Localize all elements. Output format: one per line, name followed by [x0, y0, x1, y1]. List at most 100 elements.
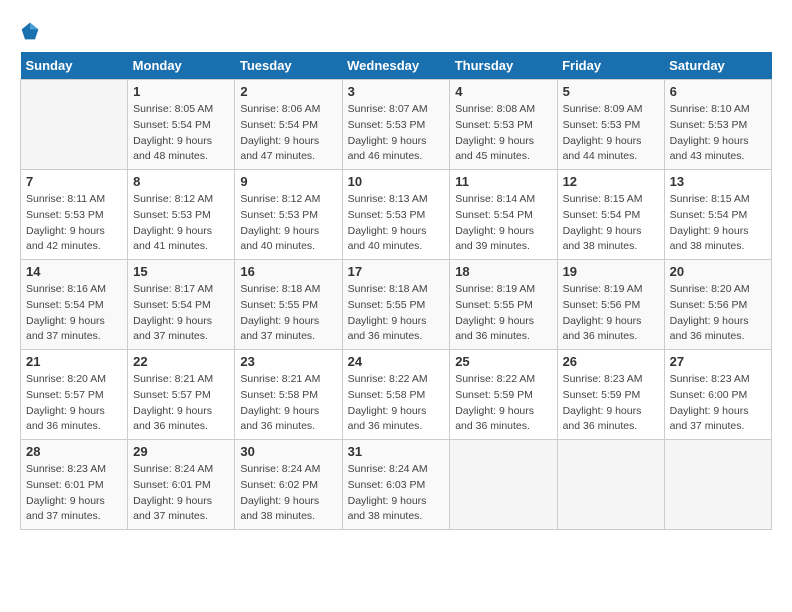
daylight: Daylight: 9 hours and 38 minutes.: [348, 495, 427, 523]
sunset: Sunset: 5:58 PM: [348, 389, 426, 401]
sunset: Sunset: 6:02 PM: [240, 479, 318, 491]
calendar-cell: 28 Sunrise: 8:23 AM Sunset: 6:01 PM Dayl…: [21, 440, 128, 530]
day-info: Sunrise: 8:09 AM Sunset: 5:53 PM Dayligh…: [563, 102, 659, 165]
daylight: Daylight: 9 hours and 42 minutes.: [26, 225, 105, 253]
calendar-cell: 13 Sunrise: 8:15 AM Sunset: 5:54 PM Dayl…: [664, 170, 771, 260]
sunrise: Sunrise: 8:09 AM: [563, 103, 643, 115]
calendar-cell: 19 Sunrise: 8:19 AM Sunset: 5:56 PM Dayl…: [557, 260, 664, 350]
calendar-cell: 29 Sunrise: 8:24 AM Sunset: 6:01 PM Dayl…: [128, 440, 235, 530]
day-number: 14: [26, 264, 122, 279]
sunset: Sunset: 5:53 PM: [670, 119, 748, 131]
logo: [20, 20, 44, 42]
calendar-cell: 17 Sunrise: 8:18 AM Sunset: 5:55 PM Dayl…: [342, 260, 450, 350]
sunset: Sunset: 6:00 PM: [670, 389, 748, 401]
day-info: Sunrise: 8:23 AM Sunset: 6:00 PM Dayligh…: [670, 372, 766, 435]
sunset: Sunset: 6:01 PM: [133, 479, 211, 491]
page-header: [20, 20, 772, 42]
day-number: 4: [455, 84, 551, 99]
daylight: Daylight: 9 hours and 41 minutes.: [133, 225, 212, 253]
day-number: 16: [240, 264, 336, 279]
day-info: Sunrise: 8:05 AM Sunset: 5:54 PM Dayligh…: [133, 102, 229, 165]
daylight: Daylight: 9 hours and 37 minutes.: [133, 315, 212, 343]
day-info: Sunrise: 8:23 AM Sunset: 6:01 PM Dayligh…: [26, 462, 122, 525]
day-number: 31: [348, 444, 445, 459]
daylight: Daylight: 9 hours and 36 minutes.: [455, 315, 534, 343]
sunrise: Sunrise: 8:21 AM: [240, 373, 320, 385]
day-number: 1: [133, 84, 229, 99]
sunrise: Sunrise: 8:24 AM: [240, 463, 320, 475]
sunrise: Sunrise: 8:23 AM: [26, 463, 106, 475]
day-info: Sunrise: 8:24 AM Sunset: 6:01 PM Dayligh…: [133, 462, 229, 525]
day-number: 17: [348, 264, 445, 279]
day-info: Sunrise: 8:07 AM Sunset: 5:53 PM Dayligh…: [348, 102, 445, 165]
calendar-cell: 25 Sunrise: 8:22 AM Sunset: 5:59 PM Dayl…: [450, 350, 557, 440]
daylight: Daylight: 9 hours and 36 minutes.: [670, 315, 749, 343]
day-number: 11: [455, 174, 551, 189]
calendar-cell: 7 Sunrise: 8:11 AM Sunset: 5:53 PM Dayli…: [21, 170, 128, 260]
day-info: Sunrise: 8:12 AM Sunset: 5:53 PM Dayligh…: [240, 192, 336, 255]
calendar-cell: 6 Sunrise: 8:10 AM Sunset: 5:53 PM Dayli…: [664, 80, 771, 170]
daylight: Daylight: 9 hours and 44 minutes.: [563, 135, 642, 163]
sunrise: Sunrise: 8:16 AM: [26, 283, 106, 295]
header-wednesday: Wednesday: [342, 52, 450, 80]
day-info: Sunrise: 8:19 AM Sunset: 5:55 PM Dayligh…: [455, 282, 551, 345]
sunset: Sunset: 5:54 PM: [563, 209, 641, 221]
day-info: Sunrise: 8:12 AM Sunset: 5:53 PM Dayligh…: [133, 192, 229, 255]
day-number: 23: [240, 354, 336, 369]
day-info: Sunrise: 8:22 AM Sunset: 5:58 PM Dayligh…: [348, 372, 445, 435]
calendar-cell: 30 Sunrise: 8:24 AM Sunset: 6:02 PM Dayl…: [235, 440, 342, 530]
sunrise: Sunrise: 8:05 AM: [133, 103, 213, 115]
day-info: Sunrise: 8:08 AM Sunset: 5:53 PM Dayligh…: [455, 102, 551, 165]
calendar-cell: 22 Sunrise: 8:21 AM Sunset: 5:57 PM Dayl…: [128, 350, 235, 440]
calendar-cell: 12 Sunrise: 8:15 AM Sunset: 5:54 PM Dayl…: [557, 170, 664, 260]
calendar-cell: 20 Sunrise: 8:20 AM Sunset: 5:56 PM Dayl…: [664, 260, 771, 350]
day-number: 25: [455, 354, 551, 369]
logo-icon: [20, 21, 40, 41]
sunset: Sunset: 5:55 PM: [455, 299, 533, 311]
sunrise: Sunrise: 8:15 AM: [670, 193, 750, 205]
daylight: Daylight: 9 hours and 37 minutes.: [133, 495, 212, 523]
sunset: Sunset: 5:54 PM: [240, 119, 318, 131]
sunset: Sunset: 5:54 PM: [26, 299, 104, 311]
sunrise: Sunrise: 8:20 AM: [670, 283, 750, 295]
daylight: Daylight: 9 hours and 37 minutes.: [240, 315, 319, 343]
day-number: 28: [26, 444, 122, 459]
daylight: Daylight: 9 hours and 36 minutes.: [563, 405, 642, 433]
daylight: Daylight: 9 hours and 40 minutes.: [348, 225, 427, 253]
calendar-cell: [450, 440, 557, 530]
sunset: Sunset: 5:57 PM: [26, 389, 104, 401]
day-number: 20: [670, 264, 766, 279]
daylight: Daylight: 9 hours and 46 minutes.: [348, 135, 427, 163]
header-thursday: Thursday: [450, 52, 557, 80]
sunset: Sunset: 5:53 PM: [26, 209, 104, 221]
sunrise: Sunrise: 8:21 AM: [133, 373, 213, 385]
daylight: Daylight: 9 hours and 48 minutes.: [133, 135, 212, 163]
sunrise: Sunrise: 8:22 AM: [348, 373, 428, 385]
calendar-header-row: SundayMondayTuesdayWednesdayThursdayFrid…: [21, 52, 772, 80]
day-number: 15: [133, 264, 229, 279]
sunrise: Sunrise: 8:12 AM: [133, 193, 213, 205]
daylight: Daylight: 9 hours and 47 minutes.: [240, 135, 319, 163]
day-number: 27: [670, 354, 766, 369]
daylight: Daylight: 9 hours and 43 minutes.: [670, 135, 749, 163]
calendar-cell: 1 Sunrise: 8:05 AM Sunset: 5:54 PM Dayli…: [128, 80, 235, 170]
sunrise: Sunrise: 8:13 AM: [348, 193, 428, 205]
day-number: 18: [455, 264, 551, 279]
sunrise: Sunrise: 8:24 AM: [133, 463, 213, 475]
daylight: Daylight: 9 hours and 36 minutes.: [348, 405, 427, 433]
calendar-week-row: 21 Sunrise: 8:20 AM Sunset: 5:57 PM Dayl…: [21, 350, 772, 440]
daylight: Daylight: 9 hours and 45 minutes.: [455, 135, 534, 163]
sunset: Sunset: 5:59 PM: [455, 389, 533, 401]
day-number: 29: [133, 444, 229, 459]
day-info: Sunrise: 8:15 AM Sunset: 5:54 PM Dayligh…: [670, 192, 766, 255]
day-number: 24: [348, 354, 445, 369]
calendar-cell: 9 Sunrise: 8:12 AM Sunset: 5:53 PM Dayli…: [235, 170, 342, 260]
sunset: Sunset: 5:55 PM: [348, 299, 426, 311]
calendar-cell: [21, 80, 128, 170]
sunset: Sunset: 5:59 PM: [563, 389, 641, 401]
calendar-cell: 26 Sunrise: 8:23 AM Sunset: 5:59 PM Dayl…: [557, 350, 664, 440]
calendar-cell: 21 Sunrise: 8:20 AM Sunset: 5:57 PM Dayl…: [21, 350, 128, 440]
calendar-cell: 3 Sunrise: 8:07 AM Sunset: 5:53 PM Dayli…: [342, 80, 450, 170]
calendar-week-row: 7 Sunrise: 8:11 AM Sunset: 5:53 PM Dayli…: [21, 170, 772, 260]
calendar-cell: 23 Sunrise: 8:21 AM Sunset: 5:58 PM Dayl…: [235, 350, 342, 440]
